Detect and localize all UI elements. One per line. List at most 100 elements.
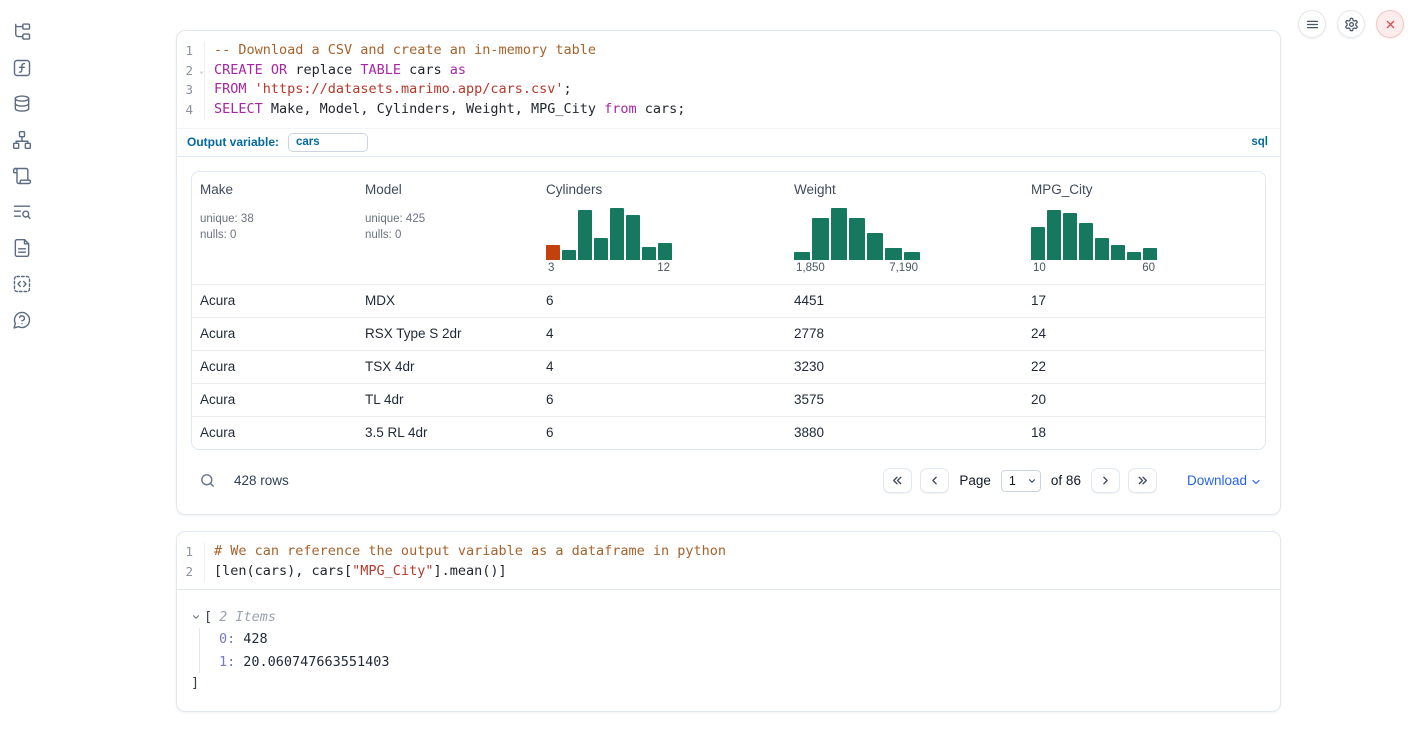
output-variable-row: Output variable: sql [177, 128, 1280, 157]
code-line[interactable]: 3FROM 'https://datasets.marimo.app/cars.… [177, 80, 1280, 100]
first-page-button[interactable] [883, 468, 912, 493]
code-line[interactable]: 4SELECT Make, Model, Cylinders, Weight, … [177, 100, 1280, 120]
table-row[interactable]: AcuraTL 4dr6357520 [192, 383, 1265, 416]
table-cell: 20 [1023, 392, 1265, 407]
menu-button[interactable] [1298, 10, 1326, 38]
column-name: Model [365, 182, 530, 198]
table-body: AcuraMDX6445117AcuraRSX Type S 2dr427782… [192, 284, 1265, 449]
table-cell: TL 4dr [357, 392, 538, 407]
column-header-make[interactable]: Makeunique: 38nulls: 0 [192, 172, 357, 284]
histogram-bar[interactable] [626, 215, 640, 260]
histogram-bar[interactable] [831, 208, 847, 260]
sidebar-function-square-icon[interactable] [12, 58, 32, 78]
histogram-bar[interactable] [1111, 245, 1125, 260]
histogram-bar[interactable] [578, 210, 592, 260]
code-text: -- Download a CSV and create an in-memor… [205, 41, 596, 61]
sidebar-help-icon[interactable] [12, 310, 32, 330]
last-page-button[interactable] [1128, 468, 1157, 493]
table-cell: 3.5 RL 4dr [357, 425, 538, 440]
shutdown-button[interactable] [1376, 10, 1404, 38]
column-header-mpg_city[interactable]: MPG_City1060 [1023, 172, 1265, 284]
histogram-bar[interactable] [1143, 248, 1157, 260]
list-search-icon [12, 202, 32, 222]
hist-max-label: 7,190 [889, 262, 918, 274]
sql-cell: 1-- Download a CSV and create an in-memo… [176, 30, 1281, 515]
column-header-cylinders[interactable]: Cylinders312 [538, 172, 786, 284]
items-count-label: 2 Items [219, 609, 276, 625]
table-cell: 3880 [786, 425, 1023, 440]
sidebar-scroll-icon[interactable] [12, 166, 32, 186]
output-variable-label: Output variable: [187, 135, 279, 149]
histogram-bar[interactable] [1127, 252, 1141, 260]
menu-icon [1305, 17, 1320, 32]
code-line[interactable]: 1-- Download a CSV and create an in-memo… [177, 41, 1280, 61]
output-variable-input[interactable] [288, 133, 368, 152]
sidebar-document-icon[interactable] [12, 238, 32, 258]
hist-max-label: 12 [657, 262, 670, 274]
fold-chevron-icon[interactable]: ⌄ [194, 61, 204, 81]
page-label: Page [959, 473, 991, 488]
histogram-bar[interactable] [642, 247, 656, 260]
sql-code-editor[interactable]: 1-- Download a CSV and create an in-memo… [177, 31, 1280, 128]
column-name: MPG_City [1031, 182, 1257, 198]
line-number: 1 [177, 41, 205, 61]
code-line[interactable]: 1# We can reference the output variable … [177, 542, 1280, 562]
histogram-bar[interactable] [1031, 227, 1045, 260]
hist-max-label: 60 [1142, 262, 1155, 274]
table-cell: 24 [1023, 326, 1265, 341]
table-row[interactable]: Acura3.5 RL 4dr6388018 [192, 416, 1265, 449]
sql-output-area: Makeunique: 38nulls: 0Modelunique: 425nu… [177, 157, 1280, 514]
table-cell: 6 [538, 293, 786, 308]
code-line[interactable]: 2[len(cars), cars["MPG_City"].mean()] [177, 562, 1280, 582]
sidebar-file-tree-icon[interactable] [12, 22, 32, 42]
histogram-bar[interactable] [658, 243, 672, 260]
histogram-bar[interactable] [610, 208, 624, 260]
scroll-icon [12, 166, 32, 186]
sidebar-list-search-icon[interactable] [12, 202, 32, 222]
data-table: Makeunique: 38nulls: 0Modelunique: 425nu… [191, 171, 1266, 450]
code-line[interactable]: 2⌄CREATE OR replace TABLE cars as [177, 61, 1280, 81]
histogram-bar[interactable] [546, 245, 560, 260]
collapse-caret-icon[interactable] [191, 612, 204, 622]
close-bracket: ] [191, 673, 1266, 693]
settings-button[interactable] [1337, 10, 1365, 38]
table-row[interactable]: AcuraRSX Type S 2dr4277824 [192, 317, 1265, 350]
sidebar-database-icon[interactable] [12, 94, 32, 114]
python-code-editor[interactable]: 1# We can reference the output variable … [177, 532, 1280, 589]
table-cell: Acura [192, 359, 357, 374]
sidebar-panel-icons [0, 0, 44, 729]
histogram-bar[interactable] [1095, 238, 1109, 260]
code-text: FROM 'https://datasets.marimo.app/cars.c… [205, 80, 572, 100]
document-icon [12, 238, 32, 258]
help-icon [12, 310, 32, 330]
histogram-bar[interactable] [1079, 223, 1093, 260]
histogram-bar[interactable] [885, 248, 901, 260]
code-text: SELECT Make, Model, Cylinders, Weight, M… [205, 100, 685, 120]
histogram-bar[interactable] [594, 238, 608, 260]
table-cell: Acura [192, 293, 357, 308]
column-header-model[interactable]: Modelunique: 425nulls: 0 [357, 172, 538, 284]
table-row[interactable]: AcuraTSX 4dr4323022 [192, 350, 1265, 383]
histogram-bar[interactable] [1047, 210, 1061, 260]
histogram-bar[interactable] [812, 218, 828, 260]
next-page-button[interactable] [1091, 468, 1120, 493]
sidebar-dependency-graph-icon[interactable] [12, 130, 32, 150]
sidebar-snippets-icon[interactable] [12, 274, 32, 294]
page-select[interactable]: 1 [1001, 470, 1041, 492]
search-icon[interactable] [199, 472, 216, 489]
histogram-bar[interactable] [1063, 213, 1077, 260]
list-output-tree: [ 2 Items 0:4281:20.060747663551403 ] [177, 590, 1280, 711]
download-button[interactable]: Download [1187, 473, 1262, 488]
prev-page-button[interactable] [920, 468, 949, 493]
column-stats: unique: 38nulls: 0 [200, 211, 349, 243]
table-header-row: Makeunique: 38nulls: 0Modelunique: 425nu… [192, 172, 1265, 284]
table-footer: 428 rows Page 1 of 86 [191, 462, 1266, 500]
table-row[interactable]: AcuraMDX6445117 [192, 284, 1265, 317]
histogram-bar[interactable] [794, 252, 810, 260]
histogram-bar[interactable] [867, 233, 883, 260]
histogram-bar[interactable] [904, 252, 920, 260]
table-cell: 4 [538, 326, 786, 341]
column-header-weight[interactable]: Weight1,8507,190 [786, 172, 1023, 284]
histogram-bar[interactable] [562, 250, 576, 260]
histogram-bar[interactable] [849, 218, 865, 260]
